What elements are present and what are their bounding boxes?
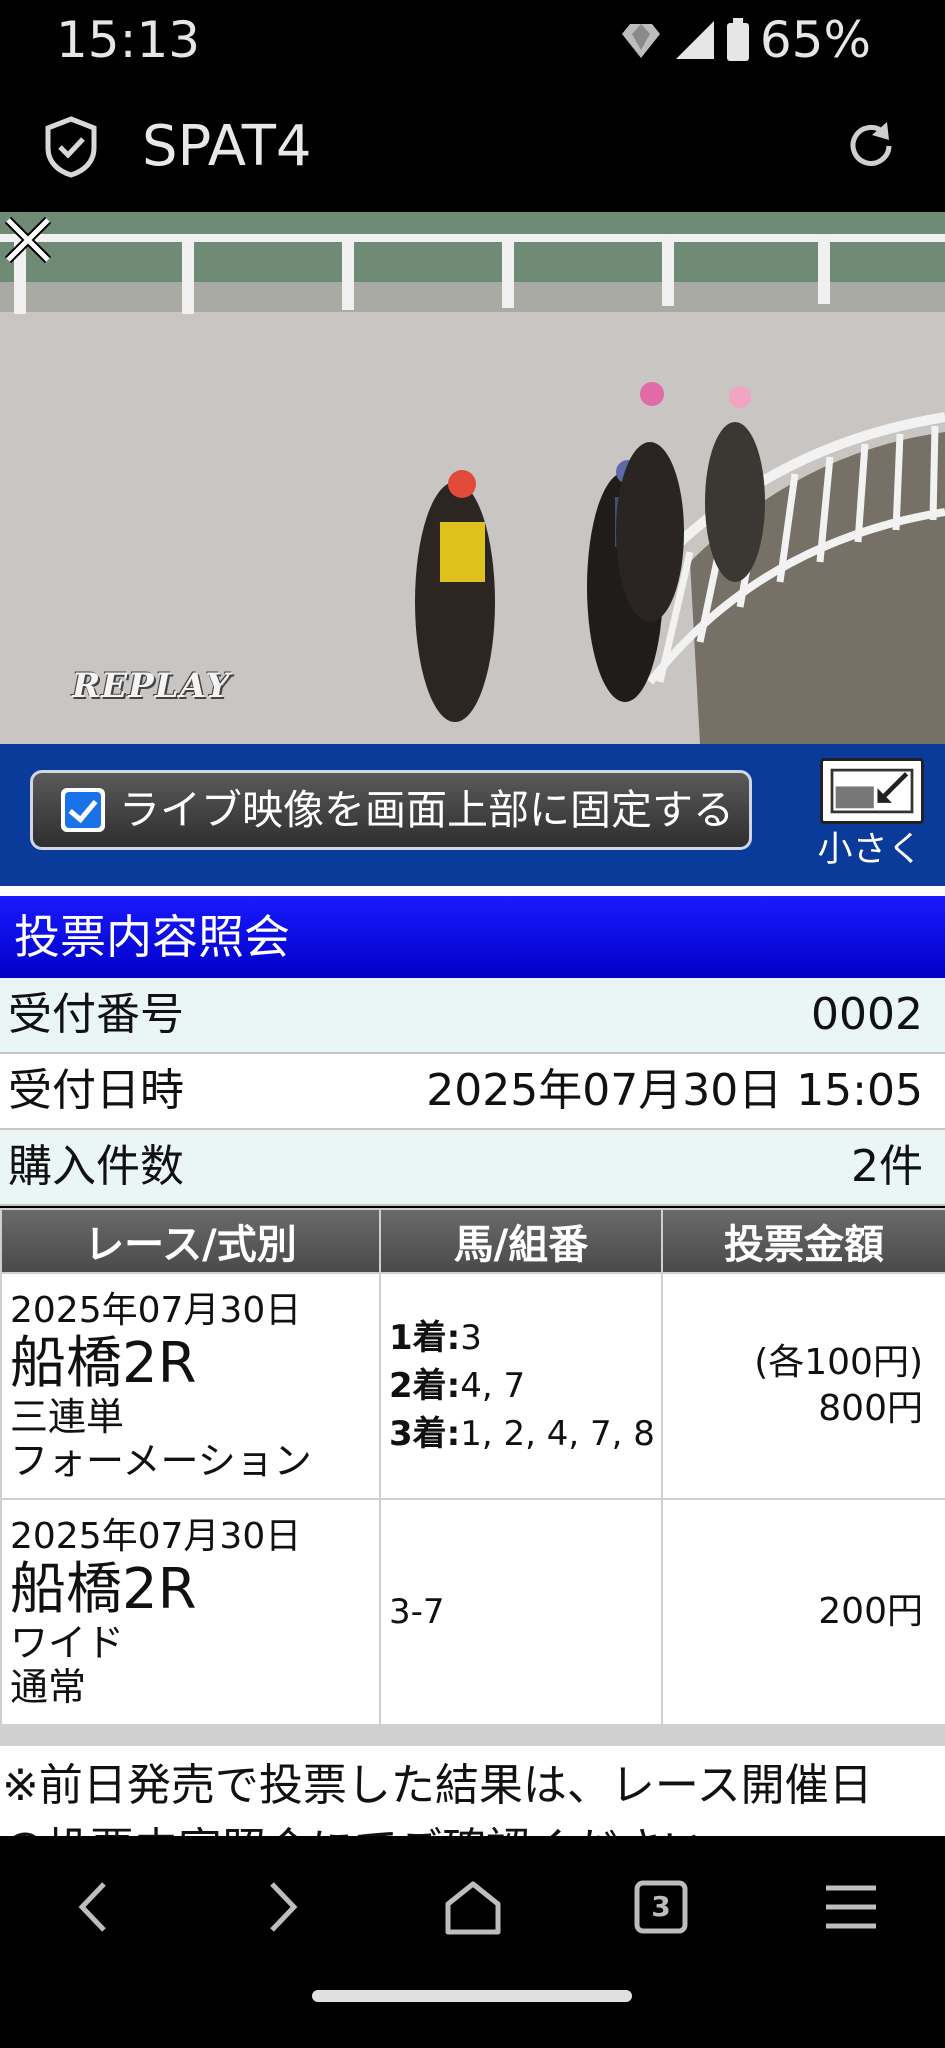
gesture-handle[interactable] (312, 1990, 632, 2002)
combo-line-label: 3着: (389, 1414, 461, 1454)
close-icon[interactable] (0, 212, 56, 268)
bet-type: 三連単 (10, 1395, 125, 1439)
info-label: 受付日時 (8, 1065, 184, 1116)
status-time: 15:13 (56, 11, 201, 69)
divider (0, 886, 945, 896)
battery-percent: 65% (759, 11, 871, 69)
forward-icon[interactable] (238, 1862, 328, 1952)
bet-type: ワイド (10, 1621, 125, 1665)
total-amount: 200円 (818, 1591, 923, 1632)
info-value: 2025年07月30日 15:05 (426, 1065, 923, 1116)
bets-table: レース/式別 馬/組番 投票金額 2025年07月30日 船橋2R 三連単 フォ… (0, 1208, 945, 1726)
shrink-label: 小さく (817, 830, 923, 870)
amount-cell: 200円 (661, 1498, 945, 1726)
column-header: レース/式別 (0, 1208, 381, 1274)
race-cell: 2025年07月30日 船橋2R 三連単 フォーメーション (0, 1272, 381, 1500)
section-header: 投票内容照会 (0, 896, 945, 978)
info-label: 購入件数 (8, 1141, 184, 1192)
column-header: 馬/組番 (379, 1208, 663, 1274)
unit-amount: (各100円) (754, 1342, 923, 1383)
race-cell: 2025年07月30日 船橋2R ワイド 通常 (0, 1498, 381, 1726)
race-date: 2025年07月30日 (10, 1290, 302, 1331)
shrink-window-icon (820, 758, 924, 824)
browser-app-bar: SPAT4 (0, 80, 945, 212)
menu-icon[interactable] (806, 1862, 896, 1952)
combo-line-label: 1着: (389, 1318, 461, 1358)
browser-bottom-nav: 3 (0, 1836, 945, 1978)
shrink-video-button[interactable]: 小さく (812, 758, 928, 878)
race-date: 2025年07月30日 (10, 1516, 302, 1557)
combo-line-value: 4, 7 (460, 1366, 526, 1406)
info-label: 受付番号 (8, 989, 184, 1040)
note-line: ※前日発売で投票した結果は、レース開催日 (2, 1760, 873, 1811)
combo-line: 3着:1, 2, 4, 7, 8 (381, 1410, 661, 1458)
note-line: の投票内容照会にてご確認ください。 (2, 1818, 750, 1836)
reload-icon[interactable] (841, 116, 901, 176)
battery-icon (726, 18, 749, 61)
race-name: 船橋2R (10, 1331, 197, 1396)
tab-count: 3 (651, 1890, 671, 1923)
note: ※前日発売で投票した結果は、レース開催日 の投票内容照会にてご確認ください。 (0, 1746, 945, 1836)
info-row-purchase-count: 購入件数 2件 (0, 1130, 945, 1206)
gesture-area (0, 1978, 945, 2048)
info-value: 2件 (851, 1141, 923, 1192)
receipt-info: 受付番号 0002 受付日時 2025年07月30日 15:05 購入件数 2件 (0, 978, 945, 1206)
status-icons: 65% (618, 10, 871, 70)
page-title: 投票内容照会 (14, 910, 290, 964)
replay-label: REPLAY (72, 666, 231, 706)
race-name: 船橋2R (10, 1557, 197, 1622)
column-header: 投票金額 (661, 1208, 945, 1274)
video-control-bar: ライブ映像を画面上部に固定する 小さく (0, 744, 945, 886)
combo-value: 3-7 (389, 1592, 445, 1632)
info-row-receipt-datetime: 受付日時 2025年07月30日 15:05 (0, 1054, 945, 1130)
back-icon[interactable] (48, 1862, 138, 1952)
status-bar: 15:13 65% (0, 0, 945, 80)
total-amount: 800円 (818, 1388, 923, 1429)
table-header-row: レース/式別 馬/組番 投票金額 (0, 1208, 945, 1274)
info-row-receipt-number: 受付番号 0002 (0, 978, 945, 1054)
pin-video-toggle[interactable]: ライブ映像を画面上部に固定する (30, 770, 752, 850)
bet-method: 通常 (10, 1665, 87, 1709)
race-video-frame (0, 212, 945, 744)
pin-checkbox-label: ライブ映像を画面上部に固定する (119, 786, 734, 834)
combo-line-value: 1, 2, 4, 7, 8 (460, 1414, 655, 1454)
pin-checkbox[interactable] (61, 788, 105, 832)
combination-cell: 3-7 (379, 1498, 663, 1726)
table-row: 2025年07月30日 船橋2R ワイド 通常 3-7 200円 (0, 1498, 945, 1726)
info-value: 0002 (811, 989, 923, 1040)
combo-line-value: 3 (460, 1318, 482, 1358)
data-icon (621, 24, 660, 58)
combination-cell: 1着:3 2着:4, 7 3着:1, 2, 4, 7, 8 (379, 1272, 663, 1500)
table-row: 2025年07月30日 船橋2R 三連単 フォーメーション 1着:3 2着:4,… (0, 1272, 945, 1500)
app-title: SPAT4 (142, 114, 312, 179)
checkmark-icon (65, 792, 101, 828)
combo-line: 1着:3 (381, 1314, 661, 1362)
signal-icon (675, 21, 714, 59)
amount-cell: (各100円) 800円 (661, 1272, 945, 1500)
combo-line-label: 2着: (389, 1366, 461, 1406)
table-footer-bar (0, 1724, 945, 1746)
combo-line: 2着:4, 7 (381, 1362, 661, 1410)
live-video[interactable]: REPLAY (0, 212, 945, 744)
tabs-button[interactable]: 3 (616, 1862, 706, 1952)
home-icon[interactable] (428, 1862, 518, 1952)
shield-check-icon[interactable] (44, 116, 98, 178)
bet-method: フォーメーション (10, 1439, 312, 1483)
